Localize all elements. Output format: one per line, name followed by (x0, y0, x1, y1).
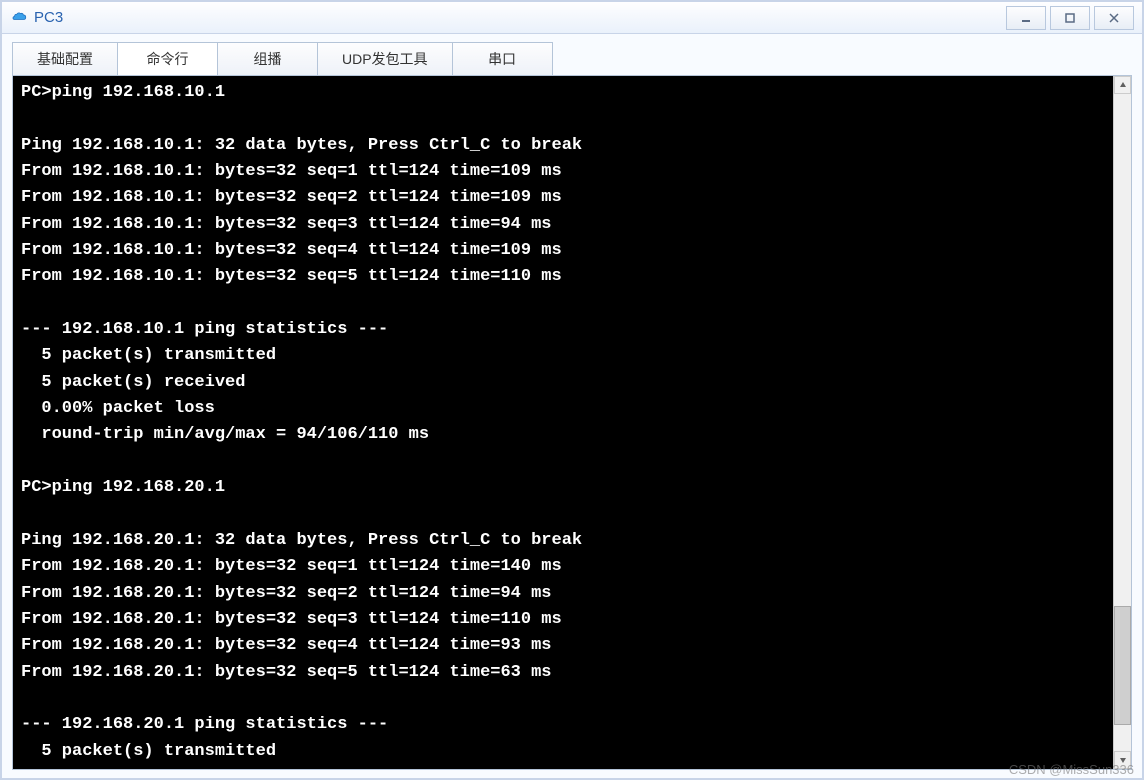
tab-serial[interactable]: 串口 (453, 42, 553, 75)
tabs: 基础配置 命令行 组播 UDP发包工具 串口 (12, 42, 1132, 75)
scroll-down-arrow[interactable] (1114, 751, 1131, 769)
titlebar: PC3 (2, 2, 1142, 34)
app-window: PC3 基础配置 命令行 组播 UDP发包工具 串口 PC>ping 192.1… (0, 0, 1144, 780)
minimize-button[interactable] (1006, 6, 1046, 30)
content-area: 基础配置 命令行 组播 UDP发包工具 串口 PC>ping 192.168.1… (2, 34, 1142, 778)
maximize-button[interactable] (1050, 6, 1090, 30)
window-controls (1002, 6, 1134, 30)
scroll-thumb[interactable] (1114, 606, 1131, 724)
terminal[interactable]: PC>ping 192.168.10.1 Ping 192.168.10.1: … (13, 76, 1113, 769)
window-title: PC3 (34, 9, 63, 26)
tab-multicast[interactable]: 组播 (218, 42, 318, 75)
tab-basic-config[interactable]: 基础配置 (12, 42, 118, 75)
scroll-up-arrow[interactable] (1114, 76, 1131, 94)
scrollbar[interactable] (1113, 76, 1131, 769)
scroll-track[interactable] (1114, 94, 1131, 751)
tab-udp-tool[interactable]: UDP发包工具 (318, 42, 453, 75)
titlebar-left: PC3 (10, 9, 63, 27)
app-icon (10, 9, 28, 27)
terminal-wrapper: PC>ping 192.168.10.1 Ping 192.168.10.1: … (12, 75, 1132, 770)
close-button[interactable] (1094, 6, 1134, 30)
tab-command-line[interactable]: 命令行 (118, 42, 218, 75)
